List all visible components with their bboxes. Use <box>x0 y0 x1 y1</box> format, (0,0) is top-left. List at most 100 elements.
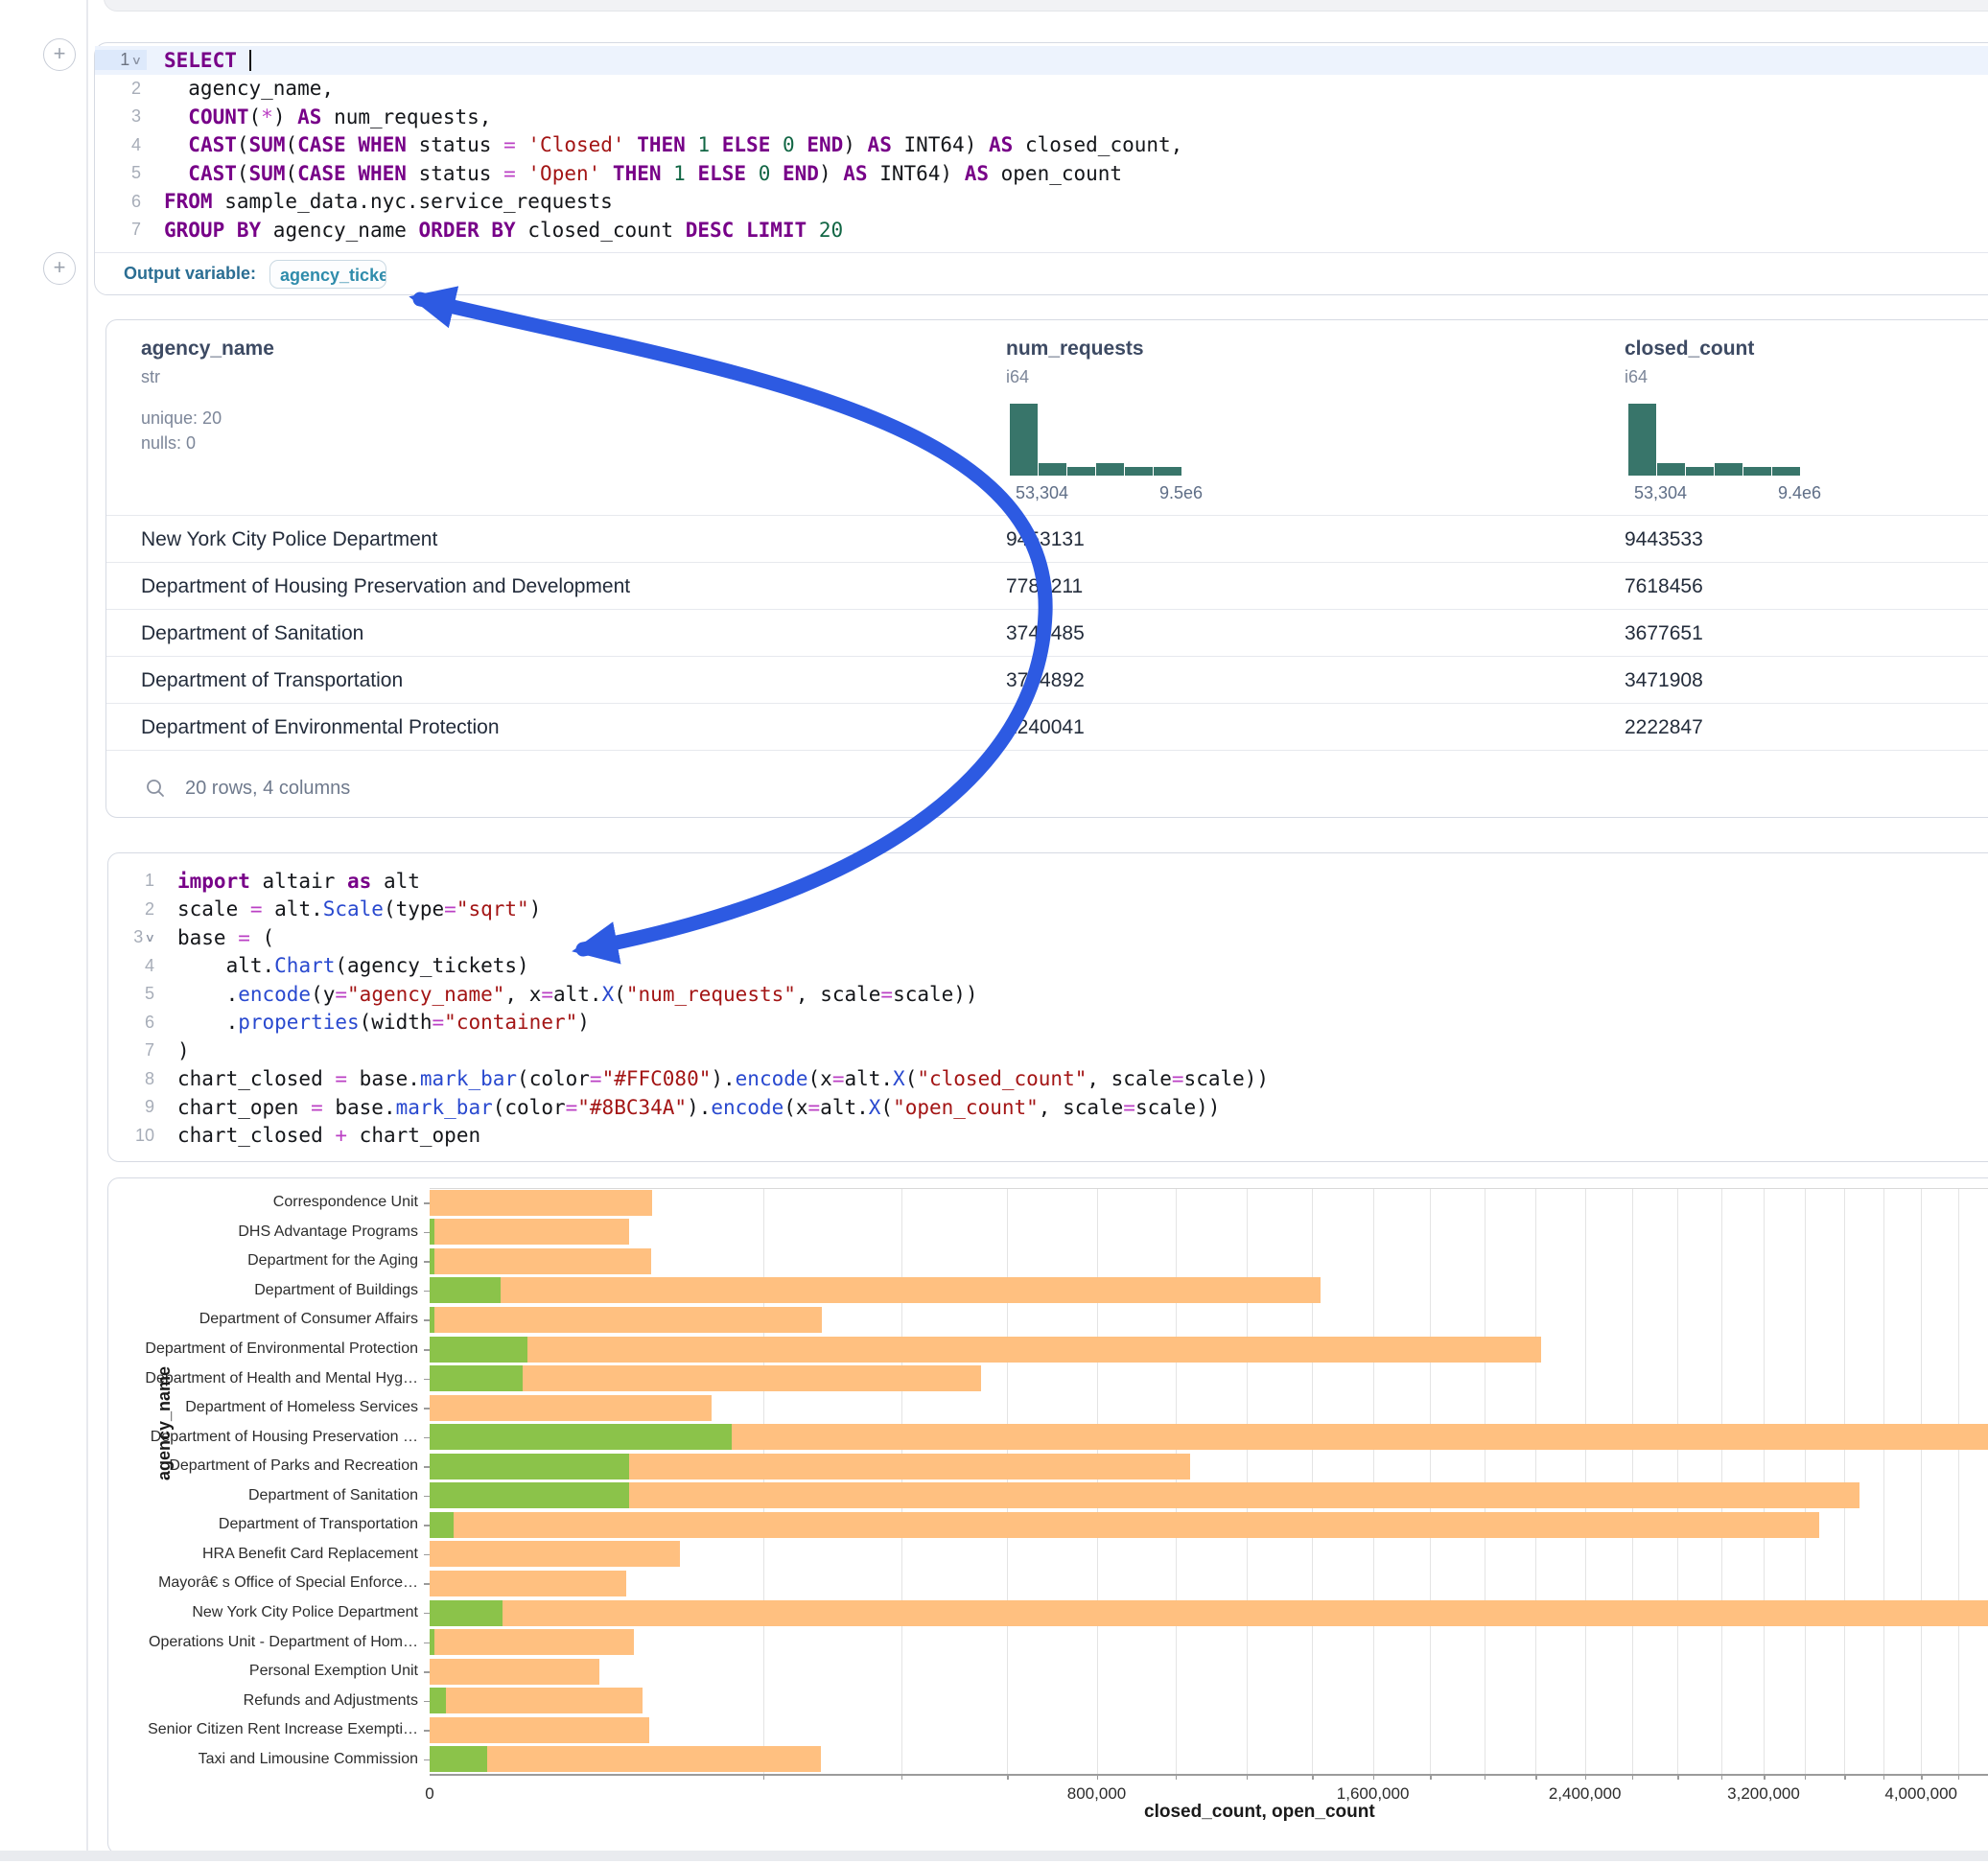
histogram-bar <box>1715 463 1742 476</box>
code-text: FROM sample_data.nyc.service_requests <box>147 190 613 213</box>
y-axis-tick <box>424 1291 430 1293</box>
open-count-bar <box>430 1365 523 1391</box>
gridline <box>1921 1188 1922 1774</box>
gridline <box>1430 1188 1431 1774</box>
search-icon[interactable] <box>145 778 166 799</box>
python-cell-line[interactable]: 10chart_closed + chart_open <box>108 1122 1988 1151</box>
line-number: 6 <box>108 1013 160 1033</box>
closed-count-bar <box>430 1717 649 1743</box>
python-editor[interactable]: 1import altair as alt2scale = alt.Scale(… <box>108 867 1988 1150</box>
sql-cell: 1∨SELECT 2 agency_name,3 COUNT(*) AS num… <box>94 42 1988 295</box>
python-cell-line[interactable]: 5 .encode(y="agency_name", x=alt.X("num_… <box>108 980 1988 1009</box>
table-cell: 2222847 <box>1625 704 1703 751</box>
column-header-agency_name[interactable]: agency_name <box>141 338 274 361</box>
histogram-bar <box>1067 467 1095 476</box>
table-footer: 20 rows, 4 columns <box>106 759 1988 817</box>
code-text: ) <box>160 1039 190 1062</box>
y-axis-tick <box>424 1759 430 1761</box>
open-count-bar <box>430 1482 629 1508</box>
code-text: CAST(SUM(CASE WHEN status = 'Closed' THE… <box>147 133 1182 156</box>
column-type: str <box>141 367 160 387</box>
collapse-caret-icon[interactable]: ∨ <box>145 931 155 944</box>
line-number: 4 <box>108 956 160 976</box>
column-header-num_requests[interactable]: num_requests <box>1006 338 1144 361</box>
line-number: 10 <box>108 1126 160 1146</box>
bar-chart: Correspondence UnitDHS Advantage Program… <box>108 1178 1988 1853</box>
python-cell-line[interactable]: 6 .properties(width="container") <box>108 1009 1988 1037</box>
gridline <box>1373 1188 1374 1774</box>
gridline <box>1958 1188 1959 1774</box>
line-number: 5 <box>108 984 160 1004</box>
add-cell-button-middle[interactable]: + <box>43 252 76 285</box>
python-cell-line[interactable]: 7) <box>108 1037 1988 1065</box>
python-cell-line[interactable]: 2scale = alt.Scale(type="sqrt") <box>108 896 1988 924</box>
column-header-closed_count[interactable]: closed_count <box>1625 338 1754 361</box>
gridline <box>1176 1188 1177 1774</box>
table-row[interactable]: New York City Police Department945313194… <box>106 515 1988 563</box>
sql-cell-line[interactable]: 2 agency_name, <box>95 75 1988 104</box>
closed-count-bar <box>430 1688 643 1713</box>
table-row[interactable]: Department of Housing Preservation and D… <box>106 562 1988 610</box>
sql-cell-line[interactable]: 5 CAST(SUM(CASE WHEN status = 'Open' THE… <box>95 159 1988 188</box>
closed-count-bar <box>430 1482 1859 1508</box>
python-cell-line[interactable]: 3∨base = ( <box>108 923 1988 952</box>
table-row[interactable]: Department of Transportation377489234719… <box>106 656 1988 704</box>
y-axis-tick <box>424 1525 430 1526</box>
y-axis-label: Department of Consumer Affairs <box>108 1311 418 1328</box>
x-axis-tick-label: 4,000,000 <box>1884 1784 1957 1804</box>
sql-cell-line[interactable]: 1∨SELECT <box>95 46 1988 75</box>
closed-count-bar <box>430 1746 821 1772</box>
code-text: SELECT <box>147 49 251 72</box>
histogram-bar <box>1125 467 1153 476</box>
code-text: GROUP BY agency_name ORDER BY closed_cou… <box>147 219 843 242</box>
output-variable-row: Output variable: agency_tickets <box>95 252 1988 294</box>
horizontal-scrollbar[interactable] <box>0 1851 1988 1861</box>
table-cell: Department of Environmental Protection <box>141 704 500 751</box>
open-count-bar <box>430 1512 454 1538</box>
closed-count-bar <box>430 1571 626 1596</box>
python-cell-line[interactable]: 1import altair as alt <box>108 867 1988 896</box>
table-row[interactable]: Department of Environmental Protection 22… <box>106 703 1988 751</box>
sql-cell-line[interactable]: 6FROM sample_data.nyc.service_requests <box>95 188 1988 217</box>
python-cell: 1import altair as alt2scale = alt.Scale(… <box>107 852 1988 1162</box>
line-number: 5 <box>95 163 147 183</box>
table-body: New York City Police Department945313194… <box>106 515 1988 750</box>
table-cell: 2240041 <box>1006 704 1085 751</box>
closed-count-bar <box>430 1248 651 1274</box>
sql-cell-line[interactable]: 4 CAST(SUM(CASE WHEN status = 'Closed' T… <box>95 131 1988 160</box>
y-axis-label: Department of Transportation <box>108 1516 418 1533</box>
closed-count-bar <box>430 1190 652 1216</box>
y-axis-label: Department for the Aging <box>108 1252 418 1270</box>
closed-count-bar <box>430 1600 1988 1626</box>
previous-cell-remnant <box>104 0 1988 12</box>
code-text: chart_closed + chart_open <box>160 1124 480 1147</box>
gridline <box>1312 1188 1313 1774</box>
code-text: COUNT(*) AS num_requests, <box>147 105 491 128</box>
output-variable-pill[interactable]: agency_tickets <box>269 260 386 289</box>
python-cell-line[interactable]: 8chart_closed = base.mark_bar(color="#FF… <box>108 1065 1988 1094</box>
closed-count-bar <box>430 1541 680 1567</box>
y-axis-tick <box>424 1671 430 1673</box>
code-text: base = ( <box>160 926 274 949</box>
python-cell-line[interactable]: 4 alt.Chart(agency_tickets) <box>108 952 1988 981</box>
code-text: CAST(SUM(CASE WHEN status = 'Open' THEN … <box>147 162 1122 185</box>
table-cell: 3677651 <box>1625 610 1703 657</box>
y-axis-tick <box>424 1202 430 1204</box>
collapse-caret-icon[interactable]: ∨ <box>131 54 142 67</box>
closed-count-bar <box>430 1512 1819 1538</box>
python-cell-line[interactable]: 9chart_open = base.mark_bar(color="#8BC3… <box>108 1093 1988 1122</box>
sql-editor[interactable]: 1∨SELECT 2 agency_name,3 COUNT(*) AS num… <box>95 46 1988 245</box>
y-axis-label: Department of Environmental Protection <box>108 1340 418 1358</box>
histogram-max-label: 9.5e6 <box>1159 483 1203 503</box>
sql-cell-line[interactable]: 3 COUNT(*) AS num_requests, <box>95 103 1988 131</box>
left-guide-line <box>86 0 88 1854</box>
table-cell: Department of Housing Preservation and D… <box>141 563 630 610</box>
table-row[interactable]: Department of Sanitation37494853677651 <box>106 609 1988 657</box>
y-axis-tick <box>424 1319 430 1321</box>
closed-count-bar <box>430 1337 1541 1363</box>
add-cell-button-top[interactable]: + <box>43 38 76 71</box>
line-number: 7 <box>108 1040 160 1060</box>
open-count-bar <box>430 1629 434 1655</box>
closed-count-bar <box>430 1307 822 1333</box>
sql-cell-line[interactable]: 7GROUP BY agency_name ORDER BY closed_co… <box>95 216 1988 245</box>
